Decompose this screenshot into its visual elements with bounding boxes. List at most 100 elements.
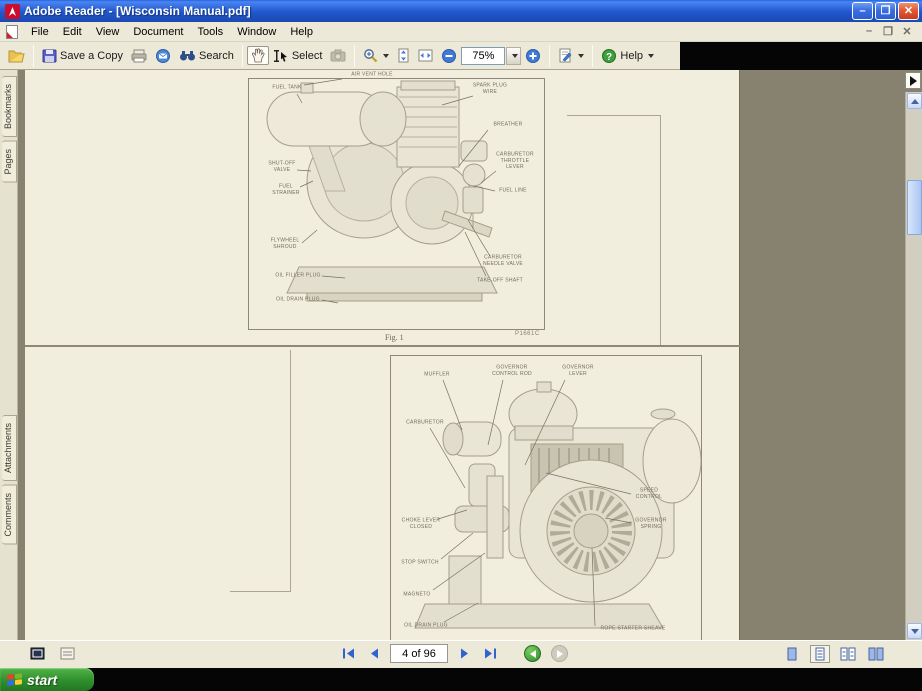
figure-label: MAGNETO <box>403 592 430 598</box>
arrow-down-icon <box>911 629 919 634</box>
select-tool-button[interactable]: Select <box>269 47 327 65</box>
mdi-minimize-icon[interactable]: – <box>862 25 876 38</box>
mdi-close-icon[interactable]: ✕ <box>900 25 914 38</box>
page-indicator-field[interactable]: 4 of 96 <box>390 644 448 663</box>
separator <box>549 45 550 67</box>
tasks-button[interactable] <box>554 46 588 65</box>
next-page-icon <box>460 648 469 659</box>
floppy-icon <box>42 49 57 63</box>
sidebar-tab-pages[interactable]: Pages <box>2 141 17 183</box>
separator <box>242 45 243 67</box>
email-button[interactable] <box>151 46 175 65</box>
menu-edit[interactable]: Edit <box>56 23 89 41</box>
document-canvas[interactable]: Fig. 1 P1661C AIR VENT HOLEFUEL TANKSPAR… <box>18 70 922 640</box>
figure-label: GOVERNOR CONTROL ROD <box>492 365 532 378</box>
tasks-page-icon <box>558 48 573 63</box>
menu-tools[interactable]: Tools <box>191 23 231 41</box>
fit-width-icon <box>418 48 433 63</box>
figure-label: AIR VENT HOLE <box>351 72 393 78</box>
close-button[interactable]: ✕ <box>898 2 919 20</box>
scroll-up-button[interactable] <box>907 93 922 109</box>
windows-logo-icon <box>7 673 22 686</box>
page-navigation: 4 of 96 <box>338 644 568 663</box>
open-folder-icon <box>8 49 25 63</box>
figure-label: GOVERNOR SPRING <box>635 518 666 531</box>
svg-text:?: ? <box>606 52 612 63</box>
fit-width-button[interactable] <box>414 46 437 65</box>
print-button[interactable] <box>127 47 151 65</box>
separator <box>354 45 355 67</box>
last-page-button[interactable] <box>480 645 500 663</box>
dark-page-icon <box>30 647 45 660</box>
titlebar: Adobe Reader - [Wisconsin Manual.pdf] – … <box>0 0 922 22</box>
separator <box>33 45 34 67</box>
last-page-icon <box>484 648 497 659</box>
hide-toolbars-button[interactable] <box>28 645 46 662</box>
snapshot-button[interactable] <box>326 47 350 64</box>
navigation-pane-tabs: Bookmarks Pages Attachments Comments <box>0 70 18 640</box>
menu-view[interactable]: View <box>89 23 127 41</box>
zoom-out-button[interactable] <box>437 46 461 66</box>
actual-size-button[interactable] <box>393 46 414 65</box>
previous-page-button[interactable] <box>364 645 384 663</box>
single-page-button[interactable] <box>782 645 802 663</box>
arrow-up-icon <box>911 99 919 104</box>
zoom-out-icon <box>441 48 457 64</box>
menu-window[interactable]: Window <box>230 23 283 41</box>
mdi-window-controls: – ❐ ✕ <box>862 25 914 38</box>
scrollbar-thumb[interactable] <box>907 180 922 235</box>
email-icon <box>155 48 171 63</box>
mdi-restore-icon[interactable]: ❐ <box>881 25 895 38</box>
previous-view-button[interactable] <box>524 645 541 662</box>
help-label: Help <box>620 50 643 62</box>
page-view-button[interactable] <box>58 645 76 662</box>
binoculars-icon <box>179 49 196 62</box>
magnifier-icon <box>363 48 378 63</box>
dropdown-arrow-icon <box>383 54 389 58</box>
open-button[interactable] <box>4 47 29 65</box>
sidebar-tabs-top: Bookmarks Pages <box>0 74 17 185</box>
sidebar-tab-bookmarks[interactable]: Bookmarks <box>2 76 17 137</box>
sidebar-tab-attachments[interactable]: Attachments <box>2 415 17 481</box>
menu-help[interactable]: Help <box>283 23 320 41</box>
figure-label: GOVERNOR LEVER <box>562 365 593 378</box>
dropdown-arrow-icon <box>578 54 584 58</box>
continuous-button[interactable] <box>810 645 830 663</box>
first-page-icon <box>342 648 355 659</box>
separator <box>592 45 593 67</box>
scroll-down-button[interactable] <box>907 623 922 639</box>
figure-label: TAKE-OFF SHAFT <box>477 278 523 284</box>
facing-icon <box>868 647 884 661</box>
figure-label: FUEL LINE <box>499 188 527 194</box>
first-page-button[interactable] <box>338 645 358 663</box>
toolbar-overflow-button[interactable] <box>905 72 921 89</box>
zoom-level-field[interactable]: 75% <box>461 47 505 65</box>
zoom-in-button[interactable] <box>521 46 545 66</box>
previous-page-icon <box>370 648 379 659</box>
restore-button[interactable]: ❐ <box>875 2 896 20</box>
menu-file[interactable]: File <box>24 23 56 41</box>
save-a-copy-button[interactable]: Save a Copy <box>38 47 127 65</box>
facing-button[interactable] <box>866 645 886 663</box>
continuous-facing-button[interactable] <box>838 645 858 663</box>
search-button[interactable]: Search <box>175 47 238 64</box>
pdf-page: Fig. 1 P1661C AIR VENT HOLEFUEL TANKSPAR… <box>25 70 740 640</box>
hand-tool-button[interactable] <box>247 46 269 65</box>
figure-label: CARBURETOR NEEDLE VALVE <box>483 255 523 268</box>
zoom-tool-button[interactable] <box>359 46 393 65</box>
next-view-button[interactable] <box>551 645 568 662</box>
vertical-scrollbar[interactable] <box>905 92 922 640</box>
figure-label: FLYWHEEL SHROUD <box>271 238 300 251</box>
zoom-dropdown-button[interactable] <box>506 47 521 65</box>
help-button[interactable]: ? Help <box>597 46 658 66</box>
minimize-button[interactable]: – <box>852 2 873 20</box>
start-label: start <box>27 672 57 688</box>
next-page-button[interactable] <box>454 645 474 663</box>
menu-document[interactable]: Document <box>126 23 190 41</box>
sidebar-tab-comments[interactable]: Comments <box>2 485 17 545</box>
figure-label: BREATHER <box>493 122 522 128</box>
page-layout-controls <box>782 645 886 663</box>
figure-label: MUFFLER <box>424 372 450 378</box>
start-button[interactable]: start <box>0 668 94 691</box>
dropdown-arrow-icon <box>648 54 654 58</box>
